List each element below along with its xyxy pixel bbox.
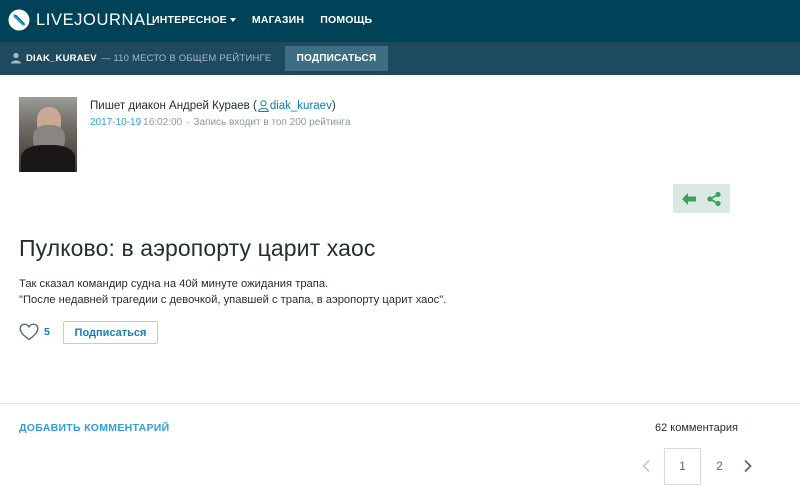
journal-username-link[interactable]: DIAK_KURAEV [26,53,97,64]
prev-page-button[interactable] [636,456,656,476]
livejournal-logo[interactable]: LIVEJOURNAL [8,9,155,31]
page-button-1[interactable]: 1 [664,447,701,485]
pagination: 1 2 [636,447,758,485]
author-prefix: Пишет диакон Андрей Кураев ( [90,100,257,112]
post-meta: 2017-10-19 16:02:00 · Запись входит в то… [90,117,351,128]
chevron-right-icon [744,459,752,473]
post-title: Пулково: в аэропорту царит хаос [19,235,376,261]
journal-rank-text: — 110 МЕСТО В ОБЩЕМ РЕЙТИНГЕ [100,52,272,64]
like-button[interactable]: 5 [19,323,50,341]
post-actions [673,184,730,213]
next-page-button[interactable] [738,456,758,476]
author-avatar[interactable] [19,97,77,172]
nav-item-shop[interactable]: МАГАЗИН [252,14,304,26]
chevron-left-icon [642,459,650,473]
meta-separator: · [186,117,190,128]
nav-item-interesting[interactable]: ИНТЕРЕСНОЕ [152,14,236,26]
share-button[interactable] [705,190,723,208]
nav-item-label: ИНТЕРЕСНОЕ [152,14,227,26]
heart-icon [19,323,39,341]
avatar-robe [21,145,75,172]
main-nav: ИНТЕРЕСНОЕ МАГАЗИН ПОМОЩЬ [152,14,388,26]
author-line: Пишет диакон Андрей Кураев ( diak_kuraev… [90,100,336,112]
repost-button[interactable] [680,190,698,208]
user-icon [258,100,269,112]
arrow-left-icon [682,192,697,205]
author-user-link[interactable]: diak_kuraev [257,100,332,112]
post-body-line: Так сказал командир судна на 40й минуте … [19,278,329,290]
like-count: 5 [44,326,50,338]
nav-item-label: МАГАЗИН [251,14,305,26]
logo-text: LIVEJOURNAL [36,10,156,29]
author-suffix: ) [331,100,336,112]
nav-item-label: ПОМОЩЬ [320,14,373,26]
top-navigation-bar: LIVEJOURNAL ИНТЕРЕСНОЕ МАГАЗИН ПОМОЩЬ [0,0,800,42]
post-body: Так сказал командир судна на 40й минуте … [19,276,446,308]
post-date-link[interactable]: 2017-10-19 [90,117,141,128]
post-time: 16:02:00 [143,117,183,128]
comment-count: 62 комментария [655,422,738,434]
journal-owner: DIAK_KURAEV — 110 МЕСТО В ОБЩЕМ РЕЙТИНГЕ [10,52,271,64]
rating-note: Запись входит в топ 200 рейтинга [193,117,351,128]
page-button-2[interactable]: 2 [701,448,738,485]
user-icon [10,52,22,64]
chevron-down-icon [229,18,236,22]
nav-item-help[interactable]: ПОМОЩЬ [320,14,372,26]
author-username: diak_kuraev [269,100,332,112]
add-comment-link[interactable]: ДОБАВИТЬ КОММЕНТАРИЙ [19,422,169,434]
journal-subscribe-button[interactable]: ПОДПИСАТЬСЯ [285,46,388,71]
divider [0,403,800,404]
share-icon [707,191,721,206]
post-body-line: "После недавней трагедии с девочкой, упа… [19,294,447,306]
journal-bar: DIAK_KURAEV — 110 МЕСТО В ОБЩЕМ РЕЙТИНГЕ… [0,42,800,75]
post-subscribe-button[interactable]: Подписаться [63,321,158,344]
livejournal-pencil-icon [8,9,30,31]
